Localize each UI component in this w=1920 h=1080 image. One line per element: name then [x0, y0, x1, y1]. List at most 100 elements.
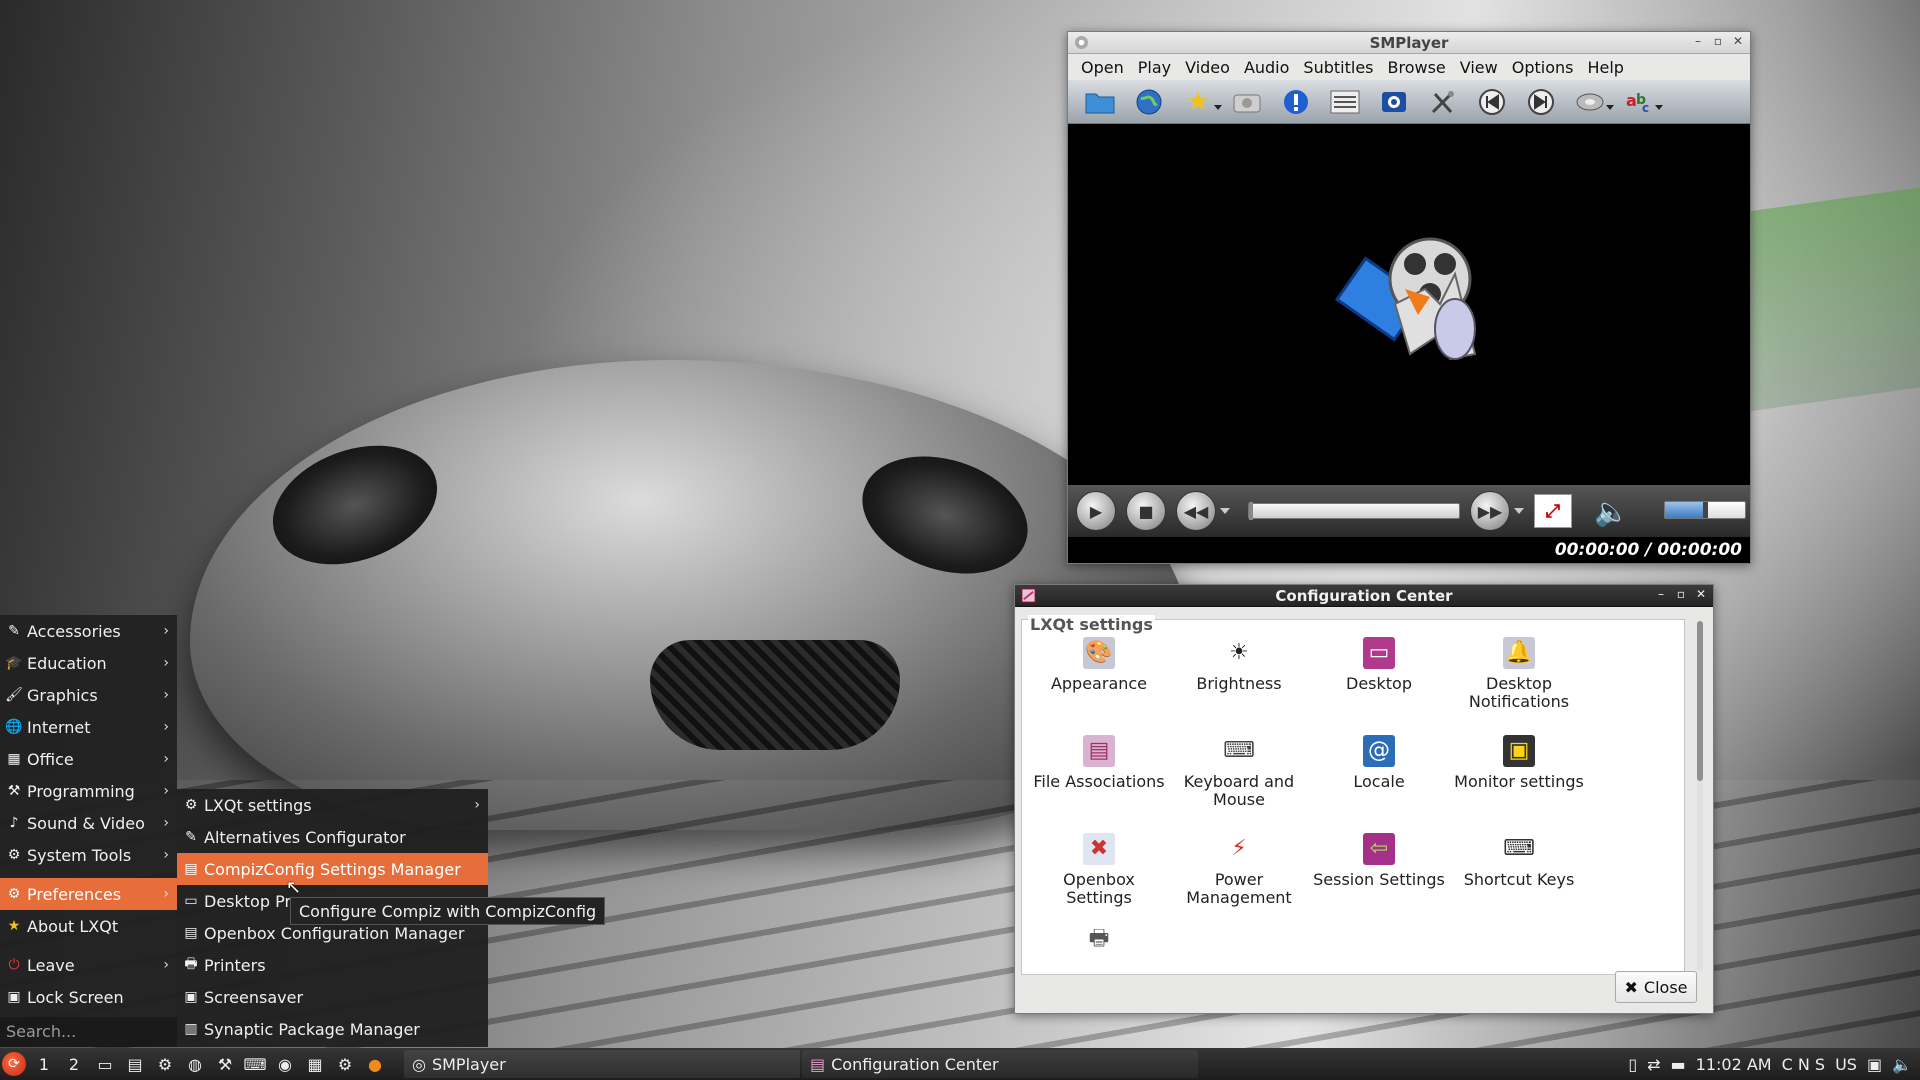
show-desktop-icon[interactable]: ▭ [94, 1053, 116, 1075]
firefox-icon[interactable]: ● [364, 1053, 386, 1075]
menu-item-programming[interactable]: ⚒ Programming › [0, 775, 177, 807]
play-button[interactable]: ▶ [1076, 491, 1116, 531]
video-area[interactable] [1068, 124, 1750, 485]
menu-play[interactable]: Play [1131, 58, 1178, 77]
network-icon[interactable]: ⚙ [154, 1053, 176, 1075]
rewind-button[interactable]: ◀◀ [1176, 491, 1216, 531]
file-manager-icon[interactable]: ▦ [304, 1053, 326, 1075]
settings-item-monitor-settings[interactable]: ▣ Monitor settings [1449, 735, 1589, 791]
maximize-button[interactable]: ▫ [1675, 587, 1687, 601]
display-icon[interactable]: ▣ [1867, 1055, 1882, 1074]
settings-item-locale[interactable]: @ Locale [1309, 735, 1449, 791]
menu-item-graphics[interactable]: 🖌 Graphics › [0, 679, 177, 711]
menu-item-internet[interactable]: 🌐 Internet › [0, 711, 177, 743]
menu-item-sound-video[interactable]: ♪ Sound & Video › [0, 807, 177, 839]
settings-item-shortcut-keys[interactable]: ⌨ Shortcut Keys [1449, 833, 1589, 889]
menu-open[interactable]: Open [1074, 58, 1131, 77]
task-smplayer[interactable]: ◎ SMPlayer [404, 1050, 800, 1078]
menu-video[interactable]: Video [1178, 58, 1237, 77]
star-icon[interactable]: ★ [1182, 86, 1222, 118]
settings-item-partial[interactable]: 🖶 [1029, 929, 1169, 949]
forward-button[interactable]: ▶▶ [1470, 491, 1510, 531]
playlist-icon[interactable] [1329, 86, 1361, 118]
submenu-item-compizconfig[interactable]: ▤ CompizConfig Settings Manager [177, 853, 488, 885]
previous-icon[interactable] [1476, 86, 1508, 118]
settings-item-appearance[interactable]: 🎨 Appearance [1029, 637, 1169, 693]
settings-item-desktop-notifications[interactable]: 🔔 Desktop Notifications [1449, 637, 1589, 711]
configuration-center-window[interactable]: Configuration Center – ▫ ✕ LXQt settings… [1014, 584, 1714, 1014]
close-window-button[interactable]: ✕ [1732, 34, 1744, 48]
seek-slider[interactable] [1248, 502, 1460, 520]
task-configuration-center[interactable]: ▤ Configuration Center [802, 1050, 1198, 1078]
menu-item-leave[interactable]: ⏻ Leave › [0, 949, 177, 981]
maximize-button[interactable]: ▫ [1712, 34, 1724, 48]
menu-item-accessories[interactable]: ✎ Accessories › [0, 615, 177, 647]
smplayer-titlebar[interactable]: SMPlayer – ▫ ✕ [1068, 32, 1750, 54]
clipboard-icon[interactable]: ▯ [1628, 1055, 1637, 1074]
subtitles-icon[interactable]: abc [1623, 86, 1663, 118]
forward-dropdown-icon[interactable] [1514, 507, 1524, 519]
menu-item-about[interactable]: ★ About LXQt [0, 910, 177, 942]
close-button[interactable]: ✖ Close [1615, 971, 1697, 1003]
video-equalizer-icon[interactable] [1378, 86, 1410, 118]
info-icon[interactable] [1280, 86, 1312, 118]
submenu-item-printers[interactable]: 🖶 Printers [177, 949, 488, 981]
screenshot-icon[interactable] [1231, 86, 1263, 118]
menu-item-education[interactable]: 🎓 Education › [0, 647, 177, 679]
settings-item-desktop[interactable]: ▭ Desktop [1309, 637, 1449, 693]
keyboard-icon[interactable]: ⌨ [243, 1053, 266, 1075]
seek-handle[interactable] [1249, 502, 1253, 520]
gear-icon[interactable]: ⚙ [334, 1053, 356, 1075]
submenu-item-screensaver[interactable]: ▣ Screensaver [177, 981, 488, 1013]
minimize-button[interactable]: – [1692, 34, 1704, 48]
menu-options[interactable]: Options [1505, 58, 1581, 77]
menu-audio[interactable]: Audio [1237, 58, 1296, 77]
smplayer-window[interactable]: SMPlayer – ▫ ✕ Open Play Video Audio Sub… [1067, 31, 1751, 564]
fullscreen-button[interactable]: ⤢ [1534, 494, 1572, 528]
volume-slider[interactable] [1664, 501, 1746, 519]
menu-subtitles[interactable]: Subtitles [1296, 58, 1380, 77]
volume-knob[interactable] [1703, 502, 1708, 518]
submenu-item-synaptic[interactable]: ▥ Synaptic Package Manager [177, 1013, 488, 1045]
desktop-switch-2[interactable]: 2 [62, 1055, 86, 1074]
settings-item-keyboard-mouse[interactable]: ⌨ Keyboard and Mouse [1169, 735, 1309, 809]
menu-browse[interactable]: Browse [1381, 58, 1453, 77]
settings-scrollbar[interactable] [1697, 621, 1703, 971]
internet-icon[interactable]: ◍ [184, 1053, 206, 1075]
settings-icon[interactable]: ⚒ [214, 1053, 236, 1075]
desktop-switch-1[interactable]: 1 [32, 1055, 56, 1074]
stop-button[interactable]: ■ [1126, 491, 1166, 531]
menu-item-office[interactable]: ▦ Office › [0, 743, 177, 775]
audio-track-icon[interactable] [1574, 86, 1614, 118]
settings-item-openbox-settings[interactable]: ✖ Openbox Settings [1029, 833, 1169, 907]
network-connection-icon[interactable]: ⇄ [1647, 1055, 1660, 1074]
next-icon[interactable] [1525, 86, 1557, 118]
settings-item-brightness[interactable]: ☀ Brightness [1169, 637, 1309, 693]
rewind-dropdown-icon[interactable] [1220, 507, 1230, 519]
clock[interactable]: 11:02 AM [1696, 1055, 1772, 1074]
terminal-icon[interactable]: ▤ [124, 1053, 146, 1075]
menu-view[interactable]: View [1453, 58, 1505, 77]
storage-icon[interactable]: ▬ [1671, 1055, 1686, 1074]
close-window-button[interactable]: ✕ [1695, 587, 1707, 601]
submenu-item-lxqt-settings[interactable]: ⚙ LXQt settings › [177, 789, 488, 821]
volume-icon[interactable]: 🔈 [1892, 1055, 1912, 1074]
submenu-item-alternatives-configurator[interactable]: ✎ Alternatives Configurator [177, 821, 488, 853]
settings-item-session-settings[interactable]: ⇦ Session Settings [1309, 833, 1449, 889]
menu-help[interactable]: Help [1580, 58, 1630, 77]
start-menu-button[interactable]: ⟳ [2, 1052, 26, 1076]
minimize-button[interactable]: – [1655, 587, 1667, 601]
keyboard-layout[interactable]: US [1835, 1055, 1857, 1074]
mute-speaker-icon[interactable]: 🔈 [1594, 495, 1629, 528]
disc-icon[interactable]: ◉ [274, 1053, 296, 1075]
menu-item-lock-screen[interactable]: ▣ Lock Screen [0, 981, 177, 1013]
scrollbar-thumb[interactable] [1697, 621, 1703, 781]
preferences-icon[interactable] [1427, 86, 1459, 118]
config-titlebar[interactable]: Configuration Center – ▫ ✕ [1015, 585, 1713, 607]
settings-item-file-associations[interactable]: ▤ File Associations [1029, 735, 1169, 791]
settings-item-power-management[interactable]: ⚡ Power Management [1169, 833, 1309, 907]
folder-icon[interactable] [1084, 86, 1116, 118]
menu-search-input[interactable]: Search... [0, 1017, 177, 1047]
menu-item-system-tools[interactable]: ⚙ System Tools › [0, 839, 177, 871]
menu-item-preferences[interactable]: ⚙ Preferences › [0, 878, 177, 910]
